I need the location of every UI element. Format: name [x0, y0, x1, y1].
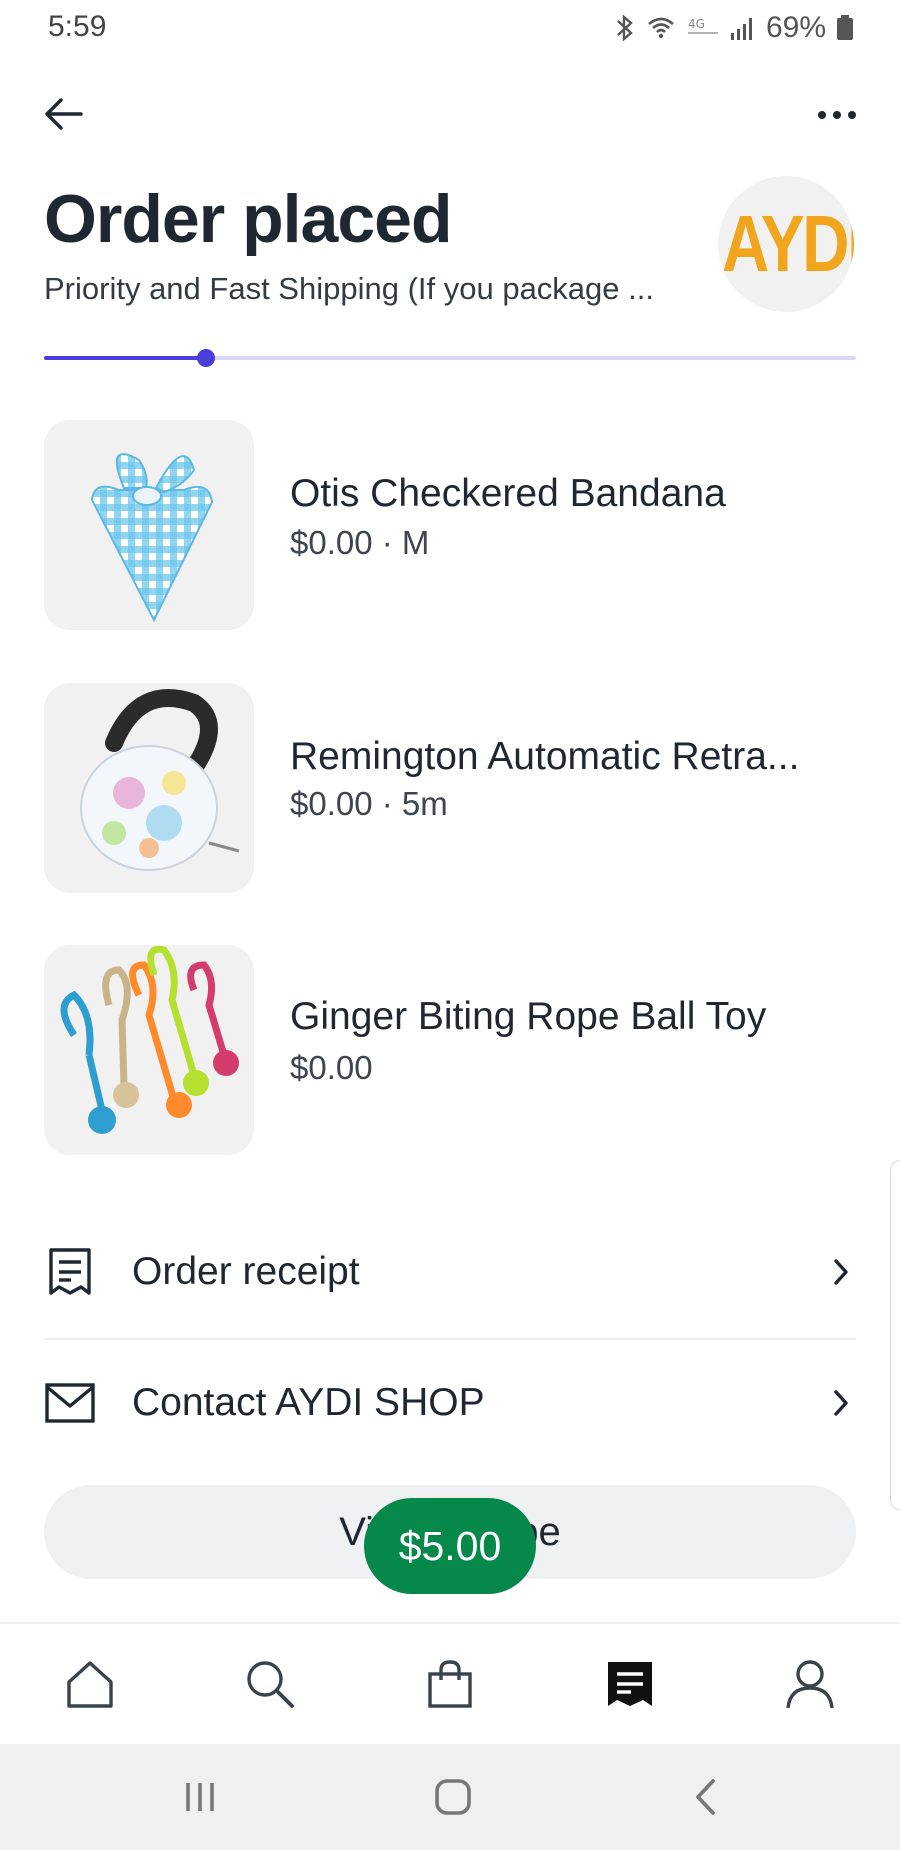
tab-account[interactable] [778, 1654, 842, 1718]
bandana-image [44, 420, 254, 630]
item-price: $0.00 [290, 1049, 373, 1086]
row-divider [44, 1338, 856, 1340]
order-progress-bar [44, 349, 856, 367]
back-button[interactable] [36, 92, 90, 140]
svg-text:4G: 4G [688, 17, 705, 31]
shipping-method: Priority and Fast Shipping (If you packa… [44, 271, 654, 306]
page-title: Order placed [44, 181, 452, 257]
chevron-right-icon [826, 1257, 856, 1287]
item-name: Remington Automatic Retra... [290, 735, 800, 778]
bluetooth-icon [614, 13, 636, 43]
recent-apps-icon [183, 1780, 217, 1819]
home-icon [64, 1658, 116, 1715]
search-icon [244, 1658, 296, 1715]
wifi-icon [646, 13, 676, 43]
receipt-icon [44, 1246, 96, 1298]
status-icons: 4G 69% [614, 8, 854, 48]
tab-search[interactable] [238, 1654, 302, 1718]
shopping-bag-icon [424, 1658, 476, 1715]
back-system-button[interactable] [675, 1774, 735, 1824]
tab-shop[interactable] [418, 1654, 482, 1718]
order-item[interactable]: Otis Checkered Bandana $0.00 · M [44, 420, 856, 630]
order-receipt-row[interactable]: Order receipt [44, 1217, 856, 1327]
home-system-button[interactable] [423, 1774, 483, 1824]
status-bar: 5:59 4G 69% [0, 0, 900, 56]
shop-logo-text: AYDI [722, 199, 854, 288]
user-icon [784, 1658, 836, 1715]
system-navigation-bar [0, 1744, 900, 1850]
item-name: Otis Checkered Bandana [290, 472, 726, 515]
edge-panel-handle[interactable] [890, 1160, 900, 1510]
tab-orders[interactable] [598, 1654, 662, 1718]
signal-icon [730, 13, 756, 43]
tab-home[interactable] [58, 1654, 122, 1718]
shop-logo[interactable]: AYDI [718, 176, 854, 312]
contact-shop-label: Contact AYDI SHOP [132, 1381, 485, 1424]
price-bubble[interactable]: $5.00 [364, 1498, 536, 1594]
battery-icon [836, 13, 854, 43]
recent-apps-button[interactable] [170, 1774, 230, 1824]
lte-icon: 4G [686, 13, 720, 43]
item-name: Ginger Biting Rope Ball Toy [290, 995, 767, 1038]
status-time: 5:59 [48, 10, 107, 43]
chevron-right-icon [826, 1388, 856, 1418]
order-progress-marker [197, 349, 216, 367]
more-horizontal-icon [817, 107, 857, 125]
mail-icon [44, 1377, 96, 1429]
order-item[interactable]: Ginger Biting Rope Ball Toy $0.00 [44, 945, 856, 1155]
contact-shop-row[interactable]: Contact AYDI SHOP [44, 1348, 856, 1458]
order-item[interactable]: Remington Automatic Retra... $0.00 · 5m [44, 683, 856, 893]
order-progress-fill [44, 356, 207, 360]
order-receipt-label: Order receipt [132, 1250, 360, 1293]
item-price-variant: $0.00 · M [290, 524, 430, 561]
more-options-button[interactable] [810, 92, 864, 140]
rope-toy-image [44, 945, 254, 1155]
top-bar [0, 80, 900, 150]
chevron-left-icon [693, 1778, 717, 1821]
receipt-filled-icon [604, 1658, 656, 1715]
home-square-icon [434, 1778, 472, 1821]
arrow-left-icon [43, 97, 83, 136]
item-price-variant: $0.00 · 5m [290, 785, 448, 822]
retractable-leash-image [44, 683, 254, 893]
bottom-tab-bar [0, 1622, 900, 1744]
battery-level: 69% [765, 11, 826, 44]
